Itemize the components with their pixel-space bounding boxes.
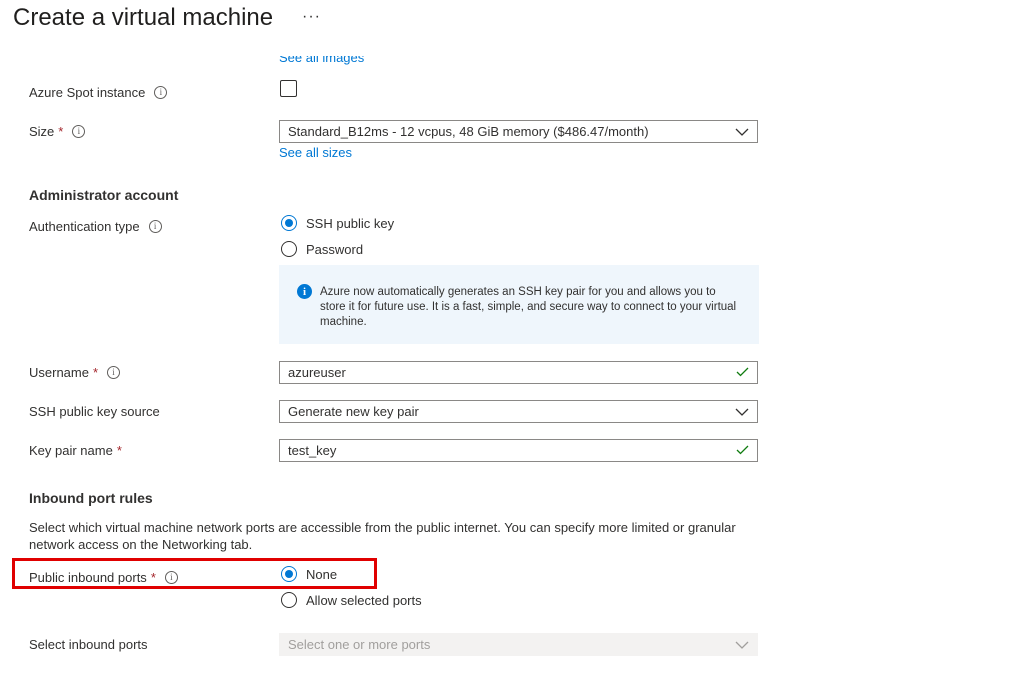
radio-selected[interactable]	[281, 215, 297, 231]
info-icon[interactable]: i	[148, 220, 162, 233]
size-dropdown[interactable]: Standard_B12ms - 12 vcpus, 48 GiB memory…	[279, 120, 758, 143]
key-pair-label: Key pair name *	[29, 443, 122, 458]
size-label-text: Size	[29, 124, 55, 139]
inbound-rules-description: Select which virtual machine network por…	[29, 520, 736, 552]
info-icon[interactable]: i	[164, 571, 178, 584]
auth-option-ssh[interactable]: SSH public key	[281, 215, 394, 231]
see-all-sizes-link[interactable]: See all sizes	[279, 145, 352, 160]
required-marker: *	[92, 365, 99, 380]
spot-instance-label-text: Azure Spot instance	[29, 85, 146, 100]
chevron-down-icon	[735, 641, 749, 649]
checkmark-icon	[736, 365, 749, 380]
key-pair-value: test_key	[288, 443, 337, 458]
chevron-down-icon	[735, 128, 749, 136]
inbound-rules-heading: Inbound port rules	[29, 490, 153, 506]
info-icon[interactable]: i	[72, 125, 86, 138]
auth-type-label: Authentication type i	[29, 219, 162, 234]
radio-selected[interactable]	[281, 566, 297, 582]
checkmark-icon	[736, 443, 749, 458]
spot-instance-label: Azure Spot instance i	[29, 85, 168, 100]
required-marker: *	[150, 570, 156, 585]
username-label: Username * i	[29, 365, 121, 380]
ssh-info-message: Azure now automatically generates an SSH…	[320, 286, 737, 328]
auth-option-ssh-label: SSH public key	[306, 215, 395, 231]
size-value: Standard_B12ms - 12 vcpus, 48 GiB memory…	[288, 124, 649, 139]
info-icon[interactable]: i	[154, 86, 168, 99]
see-all-images-link[interactable]: See all images	[279, 56, 364, 65]
auth-type-label-text: Authentication type	[29, 219, 140, 234]
radio-unselected[interactable]	[281, 592, 297, 608]
key-pair-input[interactable]: test_key	[279, 439, 758, 462]
username-label-text: Username	[29, 365, 89, 380]
ssh-source-value: Generate new key pair	[288, 404, 419, 419]
info-filled-icon: i	[297, 284, 312, 299]
auth-option-password-label: Password	[306, 241, 364, 257]
admin-account-heading: Administrator account	[29, 187, 179, 203]
select-ports-label: Select inbound ports	[29, 637, 148, 652]
username-value: azureuser	[288, 365, 346, 380]
auth-option-password[interactable]: Password	[281, 241, 363, 257]
info-icon[interactable]: i	[107, 366, 121, 379]
more-options-button[interactable]: ···	[302, 8, 321, 26]
spot-instance-checkbox[interactable]	[280, 80, 297, 97]
select-ports-dropdown[interactable]: Select one or more ports	[279, 633, 758, 656]
radio-unselected[interactable]	[281, 241, 297, 257]
ports-option-none[interactable]: None	[281, 566, 337, 582]
chevron-down-icon	[735, 408, 749, 416]
ports-option-allow[interactable]: Allow selected ports	[281, 592, 422, 608]
ports-option-none-label: None	[306, 566, 338, 582]
public-ports-label-text: Public inbound ports	[29, 570, 147, 585]
ports-option-allow-label: Allow selected ports	[306, 592, 422, 608]
ssh-source-dropdown[interactable]: Generate new key pair	[279, 400, 758, 423]
page-title: Create a virtual machine	[13, 4, 274, 31]
size-label: Size * i	[29, 124, 86, 139]
public-ports-label: Public inbound ports * i	[29, 570, 178, 585]
select-ports-label-text: Select inbound ports	[29, 637, 148, 652]
ssh-source-label-text: SSH public key source	[29, 404, 160, 419]
ssh-source-label: SSH public key source	[29, 404, 160, 419]
required-marker: *	[116, 443, 122, 458]
username-input[interactable]: azureuser	[279, 361, 758, 384]
required-marker: *	[58, 124, 64, 139]
select-ports-placeholder: Select one or more ports	[288, 637, 431, 652]
key-pair-label-text: Key pair name	[29, 443, 113, 458]
ssh-info-banner: i Azure now automatically generates an S…	[279, 265, 759, 344]
